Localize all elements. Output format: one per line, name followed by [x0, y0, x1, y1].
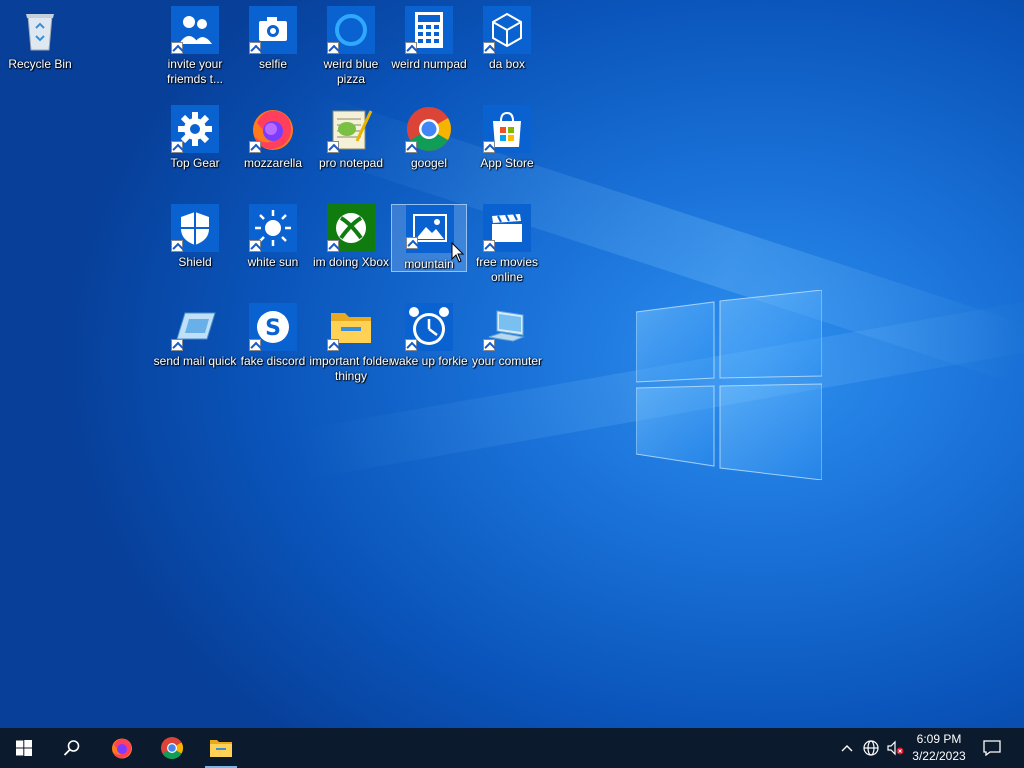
desktop-icon-xbox[interactable]: im doing Xbox [313, 200, 389, 290]
icon-label: Recycle Bin [8, 57, 72, 71]
windows-start-icon [16, 740, 32, 756]
icon-label: Shield [178, 255, 212, 269]
desktop-icon-mail[interactable]: send mail quick [154, 299, 236, 389]
start-button[interactable] [0, 728, 48, 768]
desktop-icon-whitesun[interactable]: white sun [235, 200, 311, 290]
desktop-icon-pizza[interactable]: weird blue pizza [313, 2, 389, 92]
icon-label: white sun [247, 255, 299, 269]
desktop-icon-computer[interactable]: your comuter [469, 299, 545, 389]
icon-label: da box [488, 57, 526, 71]
icon-label: mozzarella [243, 156, 303, 170]
icon-label: weird blue pizza [323, 57, 379, 86]
taskbar-firefox-button[interactable] [98, 728, 146, 768]
network-globe-icon [863, 740, 879, 756]
desktop-icon-selfie[interactable]: selfie [235, 2, 311, 92]
desktop-icon-googel[interactable]: googel [391, 101, 467, 191]
clock-time: 6:09 PM [916, 732, 962, 746]
show-hidden-icons-button[interactable] [836, 728, 858, 768]
svg-text:S: S [265, 316, 281, 341]
icon-label: send mail quick [153, 354, 237, 368]
desktop-icon-invite[interactable]: invite your friemds t... [157, 2, 233, 92]
search-icon [63, 740, 80, 756]
clock-date: 3/22/2023 [912, 749, 966, 763]
desktop-icon-movies[interactable]: free movies online [469, 200, 545, 290]
desktop-icon-dabox[interactable]: da box [469, 2, 545, 92]
speaker-muted-icon [887, 740, 904, 756]
desktop-icon-discord[interactable]: S fake discord [235, 299, 311, 389]
desktop-icon-folder[interactable]: important folder thingy [309, 299, 393, 389]
recycle-bin-icon [16, 6, 64, 54]
icon-label: selfie [258, 57, 287, 71]
desktop-icon-mozzarella[interactable]: mozzarella [235, 101, 311, 191]
network-button[interactable] [860, 728, 882, 768]
icon-label: googel [410, 156, 448, 170]
chrome-icon [161, 737, 183, 759]
desktop-icon-alarm[interactable]: wake up forkie [390, 299, 468, 389]
clock[interactable]: 6:09 PM 3/22/2023 [904, 731, 974, 765]
icon-label: your comuter [471, 354, 543, 368]
icon-label: fake discord [240, 354, 306, 368]
icon-label: App Store [480, 156, 534, 170]
icon-label: invite your friemds t... [166, 57, 223, 86]
firefox-icon [112, 738, 132, 759]
icon-label: important folder thingy [309, 354, 393, 383]
desktop-icon-recycle-bin[interactable]: Recycle Bin [2, 2, 78, 92]
taskbar-file-explorer-button[interactable] [197, 728, 245, 768]
icon-label: wake up forkie [390, 354, 468, 368]
action-center-button[interactable] [978, 728, 1006, 768]
desktop-icon-notepad[interactable]: pro notepad [313, 101, 389, 191]
icon-label: im doing Xbox [312, 255, 390, 269]
desktop-icon-numpad[interactable]: weird numpad [391, 2, 467, 92]
desktop-icon-appstore[interactable]: App Store [469, 101, 545, 191]
icon-label: free movies online [475, 255, 539, 284]
taskbar: 6:09 PM 3/22/2023 [0, 728, 1024, 768]
windows-logo-wallpaper [636, 290, 822, 480]
desktop[interactable]: Recycle Bin invite your friemds t... sel… [0, 0, 1024, 728]
icon-label: weird numpad [391, 57, 467, 71]
file-explorer-icon [210, 740, 232, 757]
search-button[interactable] [48, 728, 96, 768]
mouse-cursor [451, 242, 465, 263]
icon-label: pro notepad [318, 156, 384, 170]
desktop-icon-shield[interactable]: Shield [157, 200, 233, 290]
taskbar-chrome-button[interactable] [148, 728, 196, 768]
desktop-icon-topgear[interactable]: Top Gear [157, 101, 233, 191]
volume-button[interactable] [884, 728, 906, 768]
chevron-up-icon [841, 745, 853, 752]
icon-label: Top Gear [170, 156, 220, 170]
action-center-icon [983, 740, 1001, 756]
